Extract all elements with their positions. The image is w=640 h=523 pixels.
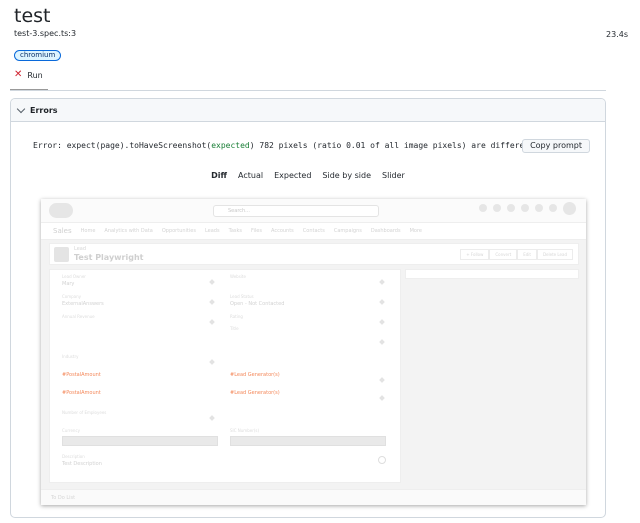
sf-field: Description Test Description xyxy=(62,454,102,467)
diff-screenshot: Search... Sales Home Analytics with Data… xyxy=(41,199,586,505)
add-icon xyxy=(493,204,501,212)
sf-field-diff: #PostalAmount xyxy=(62,372,101,378)
edit-pencil-icon xyxy=(209,415,215,421)
edit-pencil-icon xyxy=(379,279,385,285)
sf-record-header: Lead Test Playwright + Follow Convert Ed… xyxy=(49,243,579,265)
errors-header[interactable]: Errors xyxy=(11,99,605,122)
sf-nav-item: Contacts xyxy=(302,228,325,234)
sf-side-panel xyxy=(405,269,579,279)
sf-nav-item: Opportunities xyxy=(161,228,196,234)
sf-field: Lead Owner Mary xyxy=(62,274,86,287)
sf-field: Company ExternalAnswers xyxy=(62,294,104,307)
sf-field: Number of Employees xyxy=(62,410,107,415)
sf-record-buttons: + Follow Convert Edit Delete Lead xyxy=(460,249,573,260)
copy-prompt-button[interactable]: Copy prompt xyxy=(522,139,590,153)
sf-field: Rating xyxy=(230,314,243,319)
sf-field: Currency xyxy=(62,428,81,433)
sf-nav-bar: Sales Home Analytics with Data Opportuni… xyxy=(41,223,586,240)
image-diff-tabs: Diff Actual Expected Side by side Slider xyxy=(11,171,605,180)
trailhead-icon xyxy=(507,204,515,212)
sf-global-header: Search... xyxy=(41,199,586,223)
tab-divider xyxy=(10,90,606,91)
test-file-location[interactable]: test-3.spec.ts:3 xyxy=(14,29,76,38)
sf-nav-item: Leads xyxy=(204,228,220,234)
avatar xyxy=(563,202,576,215)
favorites-icon xyxy=(479,204,487,212)
tab-expected[interactable]: Expected xyxy=(274,171,311,180)
tab-run[interactable]: ✕ Run xyxy=(14,70,43,80)
edit-pencil-icon xyxy=(379,395,385,401)
sf-field: Website xyxy=(230,274,246,279)
sf-record-name: Test Playwright xyxy=(74,253,144,262)
sf-nav-item: Files xyxy=(251,228,262,234)
edit-pencil-icon xyxy=(209,299,215,305)
sf-field-diff: #Lead Generator(s) xyxy=(230,390,280,396)
sf-nav-item: Tasks xyxy=(228,228,242,234)
project-badge[interactable]: chromium xyxy=(14,50,62,61)
sf-field: Annual Revenue xyxy=(62,314,95,319)
error-message: Error: expect(page).toHaveScreenshot(exp… xyxy=(33,141,539,150)
errors-panel: Errors Error: expect(page).toHaveScreens… xyxy=(10,98,606,518)
edit-pencil-icon xyxy=(379,377,385,383)
sf-search-box: Search... xyxy=(213,205,379,217)
sf-sic-input xyxy=(230,436,386,446)
test-title: test xyxy=(14,5,51,27)
sf-detail-panel: Lead Owner Mary Company ExternalAnswers An… xyxy=(49,269,401,483)
edit-pencil-icon xyxy=(379,339,385,345)
sf-field-diff: #Lead Generator(s) xyxy=(230,372,280,378)
sf-field: SIC Number(s) xyxy=(230,428,260,433)
sf-field: Title xyxy=(230,326,239,331)
sf-field: Industry xyxy=(62,354,79,359)
help-icon xyxy=(521,204,529,212)
sf-utility-bar: To Do List xyxy=(41,489,586,505)
chevron-down-icon xyxy=(16,104,26,113)
sf-nav-item: Analytics with Data xyxy=(104,228,153,234)
sf-header-icons xyxy=(479,202,576,215)
tab-slider[interactable]: Slider xyxy=(382,171,405,180)
close-icon: ✕ xyxy=(14,69,23,80)
sf-nav-item: Dashboards xyxy=(370,228,401,234)
test-header: test test-3.spec.ts:3 xyxy=(14,4,76,38)
bell-icon xyxy=(549,204,557,212)
edit-pencil-icon xyxy=(379,299,385,305)
sf-currency-input xyxy=(62,436,218,446)
test-duration: 23.4s xyxy=(606,30,628,39)
tab-side-by-side[interactable]: Side by side xyxy=(322,171,371,180)
salesforce-logo xyxy=(49,203,73,218)
sf-field: Lead Status Open - Not Contacted xyxy=(230,294,285,307)
gear-icon xyxy=(535,204,543,212)
edit-pencil-icon xyxy=(209,359,215,365)
sf-nav-item: More xyxy=(409,228,422,234)
check-icon xyxy=(378,456,386,464)
tab-actual[interactable]: Actual xyxy=(238,171,263,180)
tab-diff[interactable]: Diff xyxy=(211,171,227,180)
edit-pencil-icon xyxy=(209,279,215,285)
sf-app-name: Sales xyxy=(53,227,72,235)
lead-icon xyxy=(54,247,69,262)
sf-record-object: Lead xyxy=(74,246,87,252)
edit-pencil-icon xyxy=(379,319,385,325)
sf-nav-item: Home xyxy=(80,228,96,234)
sf-nav-item: Campaigns xyxy=(333,228,362,234)
sf-nav-item: Accounts xyxy=(270,228,294,234)
errors-heading: Errors xyxy=(30,105,58,115)
edit-pencil-icon xyxy=(209,319,215,325)
sf-field-diff: #PostalAmount xyxy=(62,390,101,396)
tab-run-label: Run xyxy=(27,70,43,80)
